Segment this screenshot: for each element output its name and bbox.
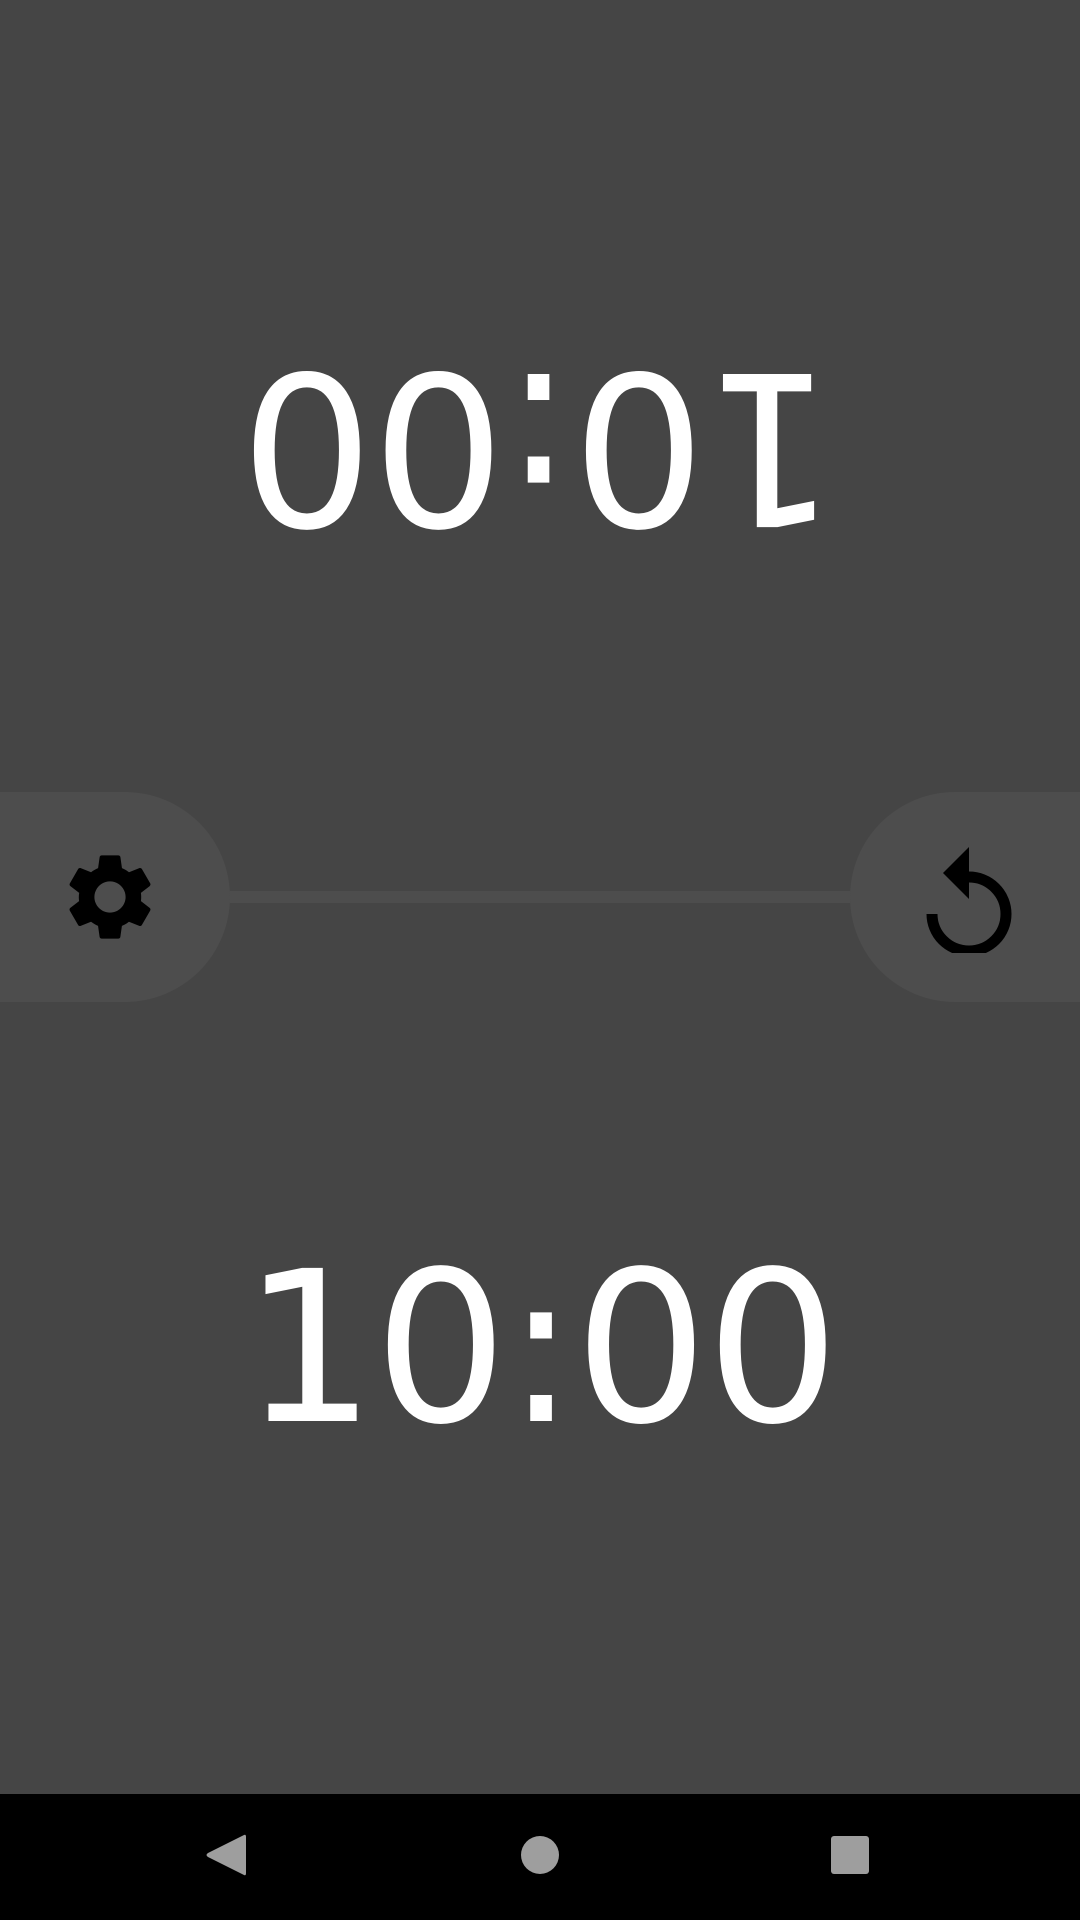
recents-button[interactable] — [780, 1794, 920, 1920]
home-button[interactable] — [470, 1794, 610, 1920]
reset-icon — [922, 841, 1018, 953]
reset-button[interactable] — [850, 792, 1080, 1002]
back-button[interactable] — [156, 1794, 296, 1920]
home-circle-icon — [520, 1835, 560, 1880]
recents-square-icon — [830, 1835, 870, 1880]
bottom-player-time: 10:00 — [242, 1225, 839, 1471]
top-player-time: 10:00 — [242, 323, 838, 569]
settings-button[interactable] — [0, 792, 230, 1002]
back-triangle-icon — [204, 1832, 248, 1883]
chess-clock-screen: 10:00 10:00 — [0, 0, 1080, 1920]
bottom-player-clock-button[interactable]: 10:00 — [0, 903, 1080, 1794]
system-navigation-bar — [0, 1794, 1080, 1920]
top-player-clock-button[interactable]: 10:00 — [0, 0, 1080, 891]
gear-icon — [58, 843, 162, 951]
